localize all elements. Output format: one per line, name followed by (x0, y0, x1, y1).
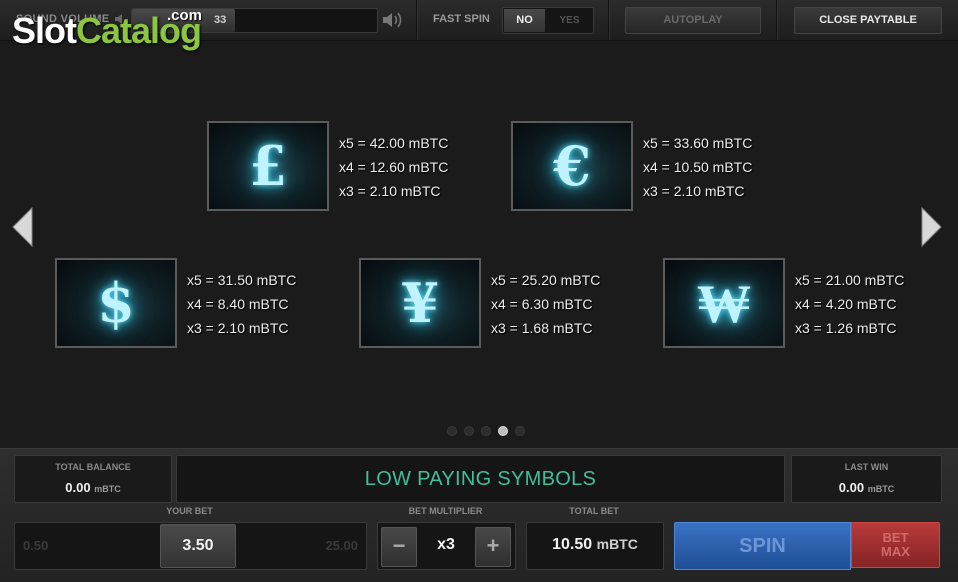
bet-value: 3.50 (182, 537, 214, 554)
payout-line: x4 = 10.50 mBTC (643, 159, 753, 175)
payout-line: x3 = 2.10 mBTC (339, 183, 441, 199)
divider (416, 0, 417, 40)
last-win-value: 0.00 mBTC (838, 480, 895, 495)
bet-max-value: 25.00 (325, 538, 358, 553)
previous-page-arrow-icon[interactable] (10, 206, 34, 248)
page-dot-1[interactable] (447, 426, 457, 436)
bet-slider-handle[interactable]: 3.50 (160, 524, 236, 568)
bottom-panel: TOTAL BALANCE 0.00 mBTC LOW PAYING SYMBO… (0, 448, 958, 582)
won-icon: ₩ (697, 271, 751, 335)
bet-multiplier-control: − x3 + (377, 522, 516, 570)
close-paytable-button[interactable]: CLOSE PAYTABLE (794, 7, 942, 34)
fast-spin-toggle[interactable]: NO YES (502, 7, 594, 34)
total-bet-box: 10.50 mBTC (526, 522, 664, 570)
spin-button[interactable]: SPIN (674, 522, 851, 570)
bet-slider[interactable]: 0.50 3.50 25.00 (14, 522, 367, 570)
pound-icon: £ (249, 134, 287, 198)
logo-slot-text: Slot (12, 10, 77, 51)
payout-line: x4 = 6.30 mBTC (491, 296, 593, 312)
payout-line: x5 = 33.60 mBTC (643, 135, 753, 151)
speaker-loud-icon[interactable] (382, 10, 404, 30)
bet-max-button[interactable]: BET MAX (851, 522, 940, 568)
volume-value: 33 (214, 14, 227, 26)
total-bet-label: TOTAL BET (569, 506, 619, 516)
page-dot-4[interactable] (498, 426, 508, 436)
page-dot-5[interactable] (515, 426, 525, 436)
multiplier-decrease-button[interactable]: − (381, 527, 417, 567)
payout-line: x3 = 1.68 mBTC (491, 320, 593, 336)
next-page-arrow-icon[interactable] (920, 206, 944, 248)
payout-line: x4 = 8.40 mBTC (187, 296, 289, 312)
paytable-banner: LOW PAYING SYMBOLS (176, 455, 785, 503)
multiplier-value: x3 (437, 536, 455, 553)
total-balance-value: 0.00 mBTC (65, 480, 121, 495)
page-dot-3[interactable] (481, 426, 491, 436)
dollar-icon: $ (97, 271, 135, 335)
last-win-label: LAST WIN (844, 462, 889, 472)
bet-multiplier-label: BET MULTIPLIER (408, 506, 483, 516)
payout-line: x5 = 25.20 mBTC (491, 272, 601, 288)
bet-min-value: 0.50 (23, 538, 49, 553)
payout-line: x3 = 2.10 mBTC (187, 320, 289, 336)
divider (608, 0, 609, 40)
payout-line: x5 = 42.00 mBTC (339, 135, 449, 151)
pound-symbol-tile: £ (207, 121, 329, 211)
page-dot-2[interactable] (464, 426, 474, 436)
divider (776, 0, 777, 40)
won-symbol-tile: ₩ (663, 258, 785, 348)
your-bet-label: YOUR BET (166, 506, 213, 516)
autoplay-button[interactable]: AUTOPLAY (625, 7, 761, 34)
total-balance-label: TOTAL BALANCE (55, 462, 131, 472)
dollar-payouts: x5 = 31.50 mBTC x4 = 8.40 mBTC x3 = 2.10… (187, 268, 296, 340)
won-payouts: x5 = 21.00 mBTC x4 = 4.20 mBTC x3 = 1.26… (795, 268, 904, 340)
last-win-box: LAST WIN 0.00 mBTC (791, 455, 942, 503)
payout-line: x5 = 31.50 mBTC (187, 272, 297, 288)
euro-symbol-tile: € (511, 121, 633, 211)
payout-line: x5 = 21.00 mBTC (795, 272, 905, 288)
payout-line: x4 = 12.60 mBTC (339, 159, 449, 175)
yen-icon: ¥ (401, 271, 439, 335)
dollar-symbol-tile: $ (55, 258, 177, 348)
total-balance-box: TOTAL BALANCE 0.00 mBTC (14, 455, 172, 503)
payout-line: x4 = 4.20 mBTC (795, 296, 897, 312)
slotcatalog-logo: SlotCatalog .com (12, 7, 203, 52)
payout-line: x3 = 2.10 mBTC (643, 183, 745, 199)
banner-title: LOW PAYING SYMBOLS (364, 468, 597, 490)
page-indicator (447, 426, 527, 436)
euro-icon: € (553, 134, 591, 198)
multiplier-increase-button[interactable]: + (475, 527, 511, 567)
yen-payouts: x5 = 25.20 mBTC x4 = 6.30 mBTC x3 = 1.68… (491, 268, 600, 340)
fast-spin-no-button[interactable]: NO (504, 9, 545, 32)
fast-spin-label: FAST SPIN (433, 13, 490, 25)
total-bet-value: 10.50 mBTC (552, 536, 638, 553)
pound-payouts: x5 = 42.00 mBTC x4 = 12.60 mBTC x3 = 2.1… (339, 131, 448, 203)
yen-symbol-tile: ¥ (359, 258, 481, 348)
euro-payouts: x5 = 33.60 mBTC x4 = 10.50 mBTC x3 = 2.1… (643, 131, 752, 203)
logo-com-text: .com (167, 7, 203, 24)
fast-spin-yes-button[interactable]: YES (548, 9, 591, 32)
payout-line: x3 = 1.26 mBTC (795, 320, 897, 336)
